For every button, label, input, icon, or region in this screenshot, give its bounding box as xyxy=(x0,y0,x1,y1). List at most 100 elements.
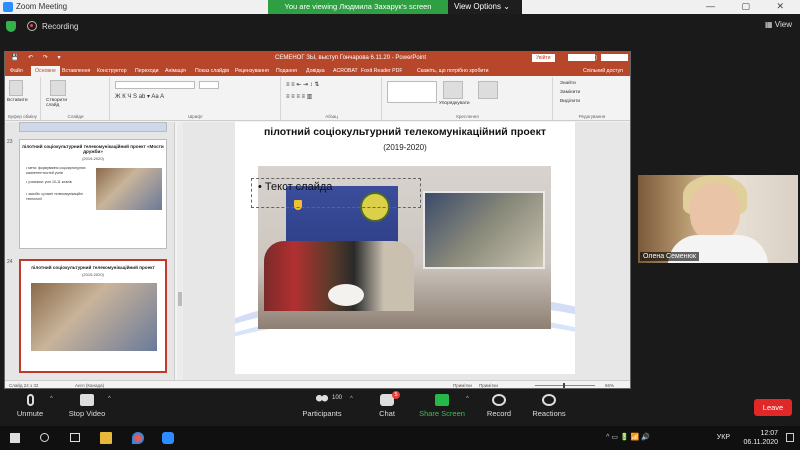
chat-button[interactable]: 5 Chat xyxy=(376,391,400,418)
unmute-button[interactable]: Unmute xyxy=(12,394,48,418)
thumb-photo xyxy=(96,168,162,210)
font-name-select[interactable] xyxy=(115,81,195,89)
search-icon[interactable] xyxy=(40,433,49,442)
stop-video-button[interactable]: Stop Video xyxy=(64,394,110,418)
zoom-taskbar-icon[interactable] xyxy=(162,432,174,444)
new-slide-label: Створити слайд xyxy=(46,98,68,108)
photo-table xyxy=(328,284,364,306)
video-camera-icon xyxy=(80,394,94,406)
ppt-tab-design[interactable]: Конструктор xyxy=(97,68,127,74)
leave-button[interactable]: Leave xyxy=(754,399,792,416)
shapes-gallery[interactable] xyxy=(387,81,437,103)
slide-canvas[interactable]: пілотний соціокультурний телекомунікацій… xyxy=(183,122,630,380)
slide-years[interactable]: (2019-2020) xyxy=(235,143,575,152)
ppt-tab-animation[interactable]: Анімація xyxy=(165,68,186,74)
chat-icon: 5 xyxy=(380,391,400,406)
ppt-tab-transitions[interactable]: Переходи xyxy=(135,68,159,74)
view-options-button[interactable]: View Options ⌄ xyxy=(448,0,522,14)
ppt-tab-foxit[interactable]: Foxit Reader PDF xyxy=(361,68,403,74)
ppt-quick-access[interactable]: 💾 ↶ ↷ ▾ xyxy=(11,54,65,61)
window-title: Zoom Meeting xyxy=(16,2,68,11)
photo-projection-screen xyxy=(423,191,545,269)
ribbon-group-label: Абзац xyxy=(325,114,338,119)
slide-thumbnail-24-selected[interactable]: пілотний соціокультурний телекомунікацій… xyxy=(19,259,167,373)
replace-button[interactable]: Замінити xyxy=(560,90,580,95)
zoom-slider[interactable] xyxy=(535,383,595,388)
ppt-signin-button[interactable]: Увійти xyxy=(532,54,555,62)
font-size-select[interactable] xyxy=(199,81,219,89)
ribbon-group-label: Шрифт xyxy=(188,114,203,119)
file-explorer-icon[interactable] xyxy=(100,432,112,444)
scrollbar-thumb[interactable] xyxy=(178,292,182,306)
share-options-chevron-icon[interactable]: ^ xyxy=(466,396,469,402)
shared-powerpoint-window[interactable]: 💾 ↶ ↷ ▾ СЕМЕНОГ ЗЫ, выступ Гончарова 6.1… xyxy=(4,51,631,389)
record-button[interactable]: Record xyxy=(484,394,514,418)
recording-label[interactable]: Recording xyxy=(42,22,78,31)
record-label: Record xyxy=(486,409,512,418)
ppt-tab-help[interactable]: Довідка xyxy=(306,68,325,74)
audio-options-chevron-icon[interactable]: ^ xyxy=(50,396,53,402)
thumb-bullet: • засоби: сучасні телекомунікаційні техн… xyxy=(26,192,83,201)
quick-styles-icon[interactable] xyxy=(478,81,498,99)
font-format-buttons[interactable]: Ж К Ч S ab ▾ Aa A xyxy=(115,93,215,101)
reactions-button[interactable]: Reactions xyxy=(530,394,568,418)
participants-chevron-icon[interactable]: ^ xyxy=(350,396,353,402)
ppt-tab-view[interactable]: Подання xyxy=(276,68,297,74)
ribbon-group-font: Ж К Ч S ab ▾ Aa A Шрифт xyxy=(111,77,281,120)
ppt-tab-home[interactable]: Основне xyxy=(31,66,60,76)
slide-thumbnail-23[interactable]: пілотний соціокультурний телекомунікацій… xyxy=(19,139,167,249)
ppt-tab-slideshow[interactable]: Показ слайдів xyxy=(195,68,229,74)
participants-label: Participants xyxy=(302,409,342,418)
window-controls[interactable]: — ▢ ✕ xyxy=(706,1,796,12)
ppt-tab-review[interactable]: Рецензування xyxy=(235,68,269,74)
share-screen-label: Share Screen xyxy=(419,409,465,418)
zoom-logo-icon xyxy=(3,2,13,12)
notifications-icon[interactable] xyxy=(786,433,794,442)
ppt-tab-file[interactable]: Файл xyxy=(10,68,23,74)
taskbar-clock[interactable]: 12:07 06.11.2020 xyxy=(743,429,778,447)
thumb-number: 23 xyxy=(7,139,13,145)
view-button[interactable]: ▦ View xyxy=(765,20,792,29)
ppt-tab-insert[interactable]: Вставлення xyxy=(62,68,90,74)
tray-icons[interactable]: ^ ▭ 🔋 📶 🔊 xyxy=(606,433,650,441)
keyboard-language[interactable]: УКР xyxy=(717,434,730,441)
new-slide-icon[interactable] xyxy=(50,80,66,96)
viewing-banner: You are viewing Людмила Захарук's screen… xyxy=(268,0,522,14)
view-label: View xyxy=(774,20,792,29)
language-indicator[interactable]: Англ (Канада) xyxy=(75,383,104,388)
slide-text-placeholder[interactable]: • Текст слайда xyxy=(251,178,421,208)
video-options-chevron-icon[interactable]: ^ xyxy=(108,396,111,402)
align-buttons[interactable]: ≡ ≡ ≡ ≡ ▥ xyxy=(286,93,376,101)
find-button[interactable]: Знайти xyxy=(560,81,576,86)
current-slide[interactable]: пілотний соціокультурний телекомунікацій… xyxy=(235,122,575,374)
participant-video-tile[interactable]: Олена Семенюк xyxy=(638,175,798,263)
ribbon-group-label: Креслення xyxy=(456,114,479,119)
arrange-label: Упорядкувати xyxy=(439,101,470,106)
windows-start-icon[interactable] xyxy=(10,433,20,443)
ppt-tab-acrobat[interactable]: ACROBAT xyxy=(333,68,358,74)
ppt-share[interactable]: Спільний доступ xyxy=(583,68,623,74)
clock-time: 12:07 xyxy=(760,430,778,437)
ribbon-group-clipboard: Вставити Буфер обміну xyxy=(5,77,41,120)
zoom-level[interactable]: 66% xyxy=(605,383,614,388)
ribbon-group-label: Слайди xyxy=(67,114,84,119)
participants-button[interactable]: 100 Participants xyxy=(300,394,344,418)
comments-button[interactable]: Примітки xyxy=(479,383,498,388)
paste-icon[interactable] xyxy=(9,80,23,96)
notes-button[interactable]: Примітки xyxy=(453,383,472,388)
drop-app-icon[interactable] xyxy=(132,432,144,444)
slide-thumbnail-22[interactable] xyxy=(19,122,167,132)
arrange-icon[interactable] xyxy=(443,81,463,99)
security-shield-icon[interactable] xyxy=(6,21,16,32)
ppt-ribbon: Вставити Буфер обміну Створити слайд Сла… xyxy=(5,76,630,121)
ppt-window-controls[interactable]: — ▢ ✕ xyxy=(567,54,628,61)
ppt-tell-me[interactable]: Скажіть, що потрібно зробити xyxy=(417,68,489,74)
share-screen-button[interactable]: Share Screen xyxy=(418,394,466,418)
select-button[interactable]: Виділити xyxy=(560,99,580,104)
slide-thumbnails-pane[interactable]: 23 пілотний соціокультурний телекомуніка… xyxy=(5,122,175,380)
task-view-icon[interactable] xyxy=(70,433,80,442)
slide-title[interactable]: пілотний соціокультурний телекомунікацій… xyxy=(235,126,575,138)
thumb-years: (2019-2020) xyxy=(82,156,104,161)
paragraph-buttons[interactable]: ≡ ≡ ⇤ ⇥ ↕ ⇅ xyxy=(286,81,376,89)
thumb-number: 24 xyxy=(7,259,13,265)
